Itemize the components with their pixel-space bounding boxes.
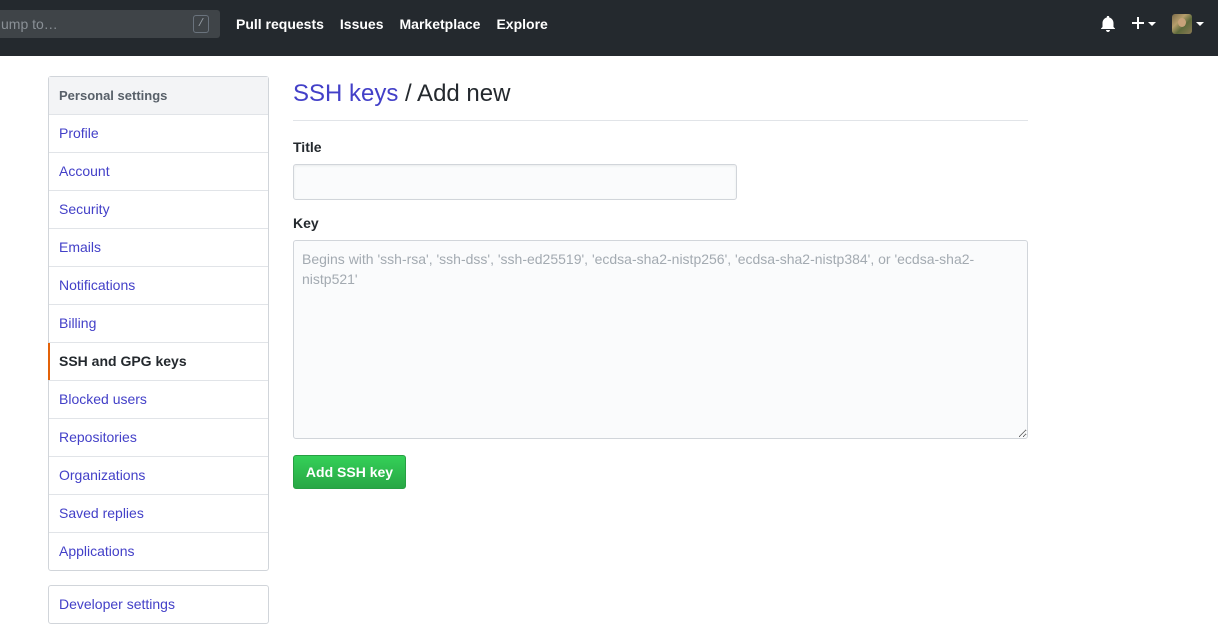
avatar[interactable] bbox=[1172, 14, 1192, 34]
nav-issues[interactable]: Issues bbox=[340, 16, 384, 32]
sidebar-item-blocked-users[interactable]: Blocked users bbox=[49, 381, 268, 419]
sidebar-item-security[interactable]: Security bbox=[49, 191, 268, 229]
page-title: SSH keys / Add new bbox=[293, 76, 1028, 121]
add-ssh-key-button[interactable]: Add SSH key bbox=[293, 455, 406, 489]
sidebar-item-developer-settings[interactable]: Developer settings bbox=[49, 586, 268, 623]
chevron-down-icon bbox=[1196, 22, 1204, 26]
nav-marketplace[interactable]: Marketplace bbox=[400, 16, 481, 32]
developer-settings-box: Developer settings bbox=[48, 585, 269, 624]
nav-pull-requests[interactable]: Pull requests bbox=[236, 16, 324, 32]
breadcrumb-ssh-keys-link[interactable]: SSH keys bbox=[293, 80, 398, 107]
sidebar-heading: Personal settings bbox=[49, 77, 268, 115]
sidebar-item-organizations[interactable]: Organizations bbox=[49, 457, 268, 495]
bell-icon[interactable] bbox=[1101, 16, 1115, 32]
sidebar-item-repositories[interactable]: Repositories bbox=[49, 419, 268, 457]
nav-explore[interactable]: Explore bbox=[496, 16, 547, 32]
sidebar-item-emails[interactable]: Emails bbox=[49, 229, 268, 267]
search-input[interactable] bbox=[0, 10, 170, 38]
settings-sidebar: Personal settings Profile Account Securi… bbox=[48, 76, 269, 571]
main-content: SSH keys / Add new Title Key Add SSH key bbox=[293, 76, 1028, 489]
title-label: Title bbox=[293, 139, 322, 155]
search-box[interactable]: / bbox=[0, 10, 220, 38]
breadcrumb-current: / Add new bbox=[398, 80, 511, 107]
chevron-down-icon bbox=[1148, 22, 1156, 26]
sidebar-item-saved-replies[interactable]: Saved replies bbox=[49, 495, 268, 533]
global-nav: Pull requests Issues Marketplace Explore bbox=[236, 16, 564, 32]
title-input[interactable] bbox=[293, 164, 737, 200]
key-label: Key bbox=[293, 215, 319, 231]
sidebar-item-applications[interactable]: Applications bbox=[49, 533, 268, 570]
top-header: / Pull requests Issues Marketplace Explo… bbox=[0, 0, 1218, 56]
plus-icon[interactable] bbox=[1131, 15, 1145, 31]
key-textarea[interactable] bbox=[293, 240, 1028, 439]
sidebar-item-account[interactable]: Account bbox=[49, 153, 268, 191]
sidebar-item-profile[interactable]: Profile bbox=[49, 115, 268, 153]
sidebar-item-notifications[interactable]: Notifications bbox=[49, 267, 268, 305]
search-shortcut-key: / bbox=[193, 15, 209, 33]
sidebar-item-ssh-gpg-keys[interactable]: SSH and GPG keys bbox=[48, 343, 268, 381]
sidebar-item-billing[interactable]: Billing bbox=[49, 305, 268, 343]
